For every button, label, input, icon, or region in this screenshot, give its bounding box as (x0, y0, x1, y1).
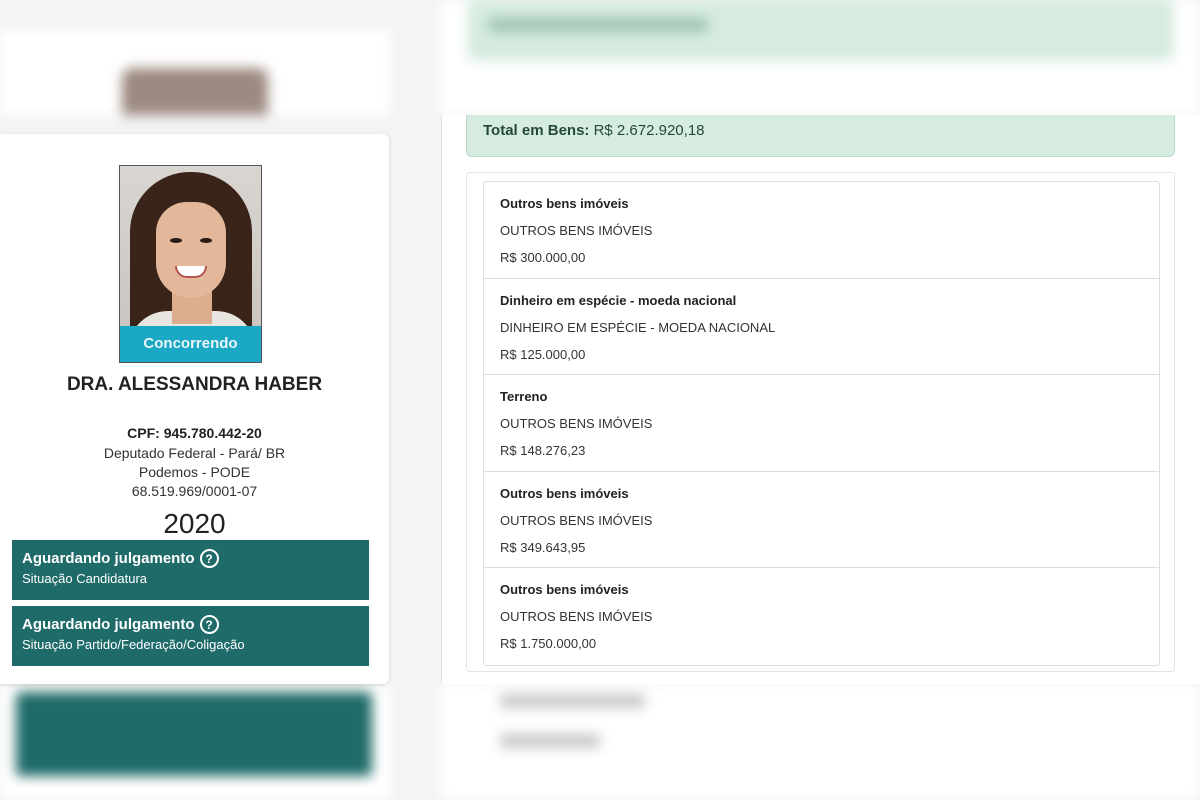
help-circle-icon[interactable]: ? (199, 615, 219, 634)
asset-title: Dinheiro em espécie - moeda nacional (500, 292, 737, 308)
assets-container: Outros bens imóveis OUTROS BENS IMÓVEIS … (466, 172, 1175, 672)
blurred-text (500, 694, 645, 708)
help-circle-icon[interactable]: ? (199, 549, 219, 568)
candidate-office: Deputado Federal - Pará/ BR (103, 445, 286, 461)
asset-value: R$ 349.643,95 (500, 539, 586, 555)
asset-item: Terreno OUTROS BENS IMÓVEIS R$ 148.276,2… (484, 375, 1159, 472)
asset-description: OUTROS BENS IMÓVEIS (500, 609, 653, 624)
situation-subtitle: Situação Partido/Federação/Coligação (22, 637, 245, 652)
asset-value: R$ 1.750.000,00 (500, 636, 597, 651)
asset-title: Terreno (500, 389, 548, 404)
cpf-value: 945.780.442-20 (163, 425, 262, 441)
situation-candidatura: Aguardando julgamento ? Situação Candida… (12, 540, 369, 600)
asset-value: R$ 125.000,00 (500, 346, 586, 362)
asset-value: R$ 148.276,23 (500, 443, 586, 458)
candidate-card: Concorrendo DRA. ALESSANDRA HABER CPF: 9… (0, 134, 389, 684)
candidate-photo: Concorrendo (119, 165, 262, 363)
candidate-name: DRA. ALESSANDRA HABER (66, 374, 323, 395)
asset-description: DINHEIRO EM ESPÉCIE - MOEDA NACIONAL (500, 319, 776, 335)
situation-title: Aguardando julgamento (22, 550, 195, 567)
blurred-background-top (0, 0, 1200, 115)
election-year: 2020 (163, 508, 226, 539)
asset-title: Outros bens imóveis (500, 196, 629, 211)
asset-item: Outros bens imóveis OUTROS BENS IMÓVEIS … (484, 182, 1159, 279)
situation-partido: Aguardando julgamento ? Situação Partido… (12, 606, 369, 666)
main-content: Concorrendo DRA. ALESSANDRA HABER CPF: 9… (0, 115, 1200, 684)
blurred-background-bottom (0, 684, 1200, 800)
candidate-cnpj: 68.519.969/0001-07 (131, 483, 258, 499)
situation-subtitle: Situação Candidatura (22, 571, 148, 586)
blurred-photo (122, 68, 268, 115)
asset-item: Outros bens imóveis OUTROS BENS IMÓVEIS … (484, 568, 1159, 665)
asset-title: Outros bens imóveis (500, 485, 629, 501)
assets-panel: Total em Bens: R$ 2.672.920,18 Outros be… (441, 115, 1200, 684)
asset-description: OUTROS BENS IMÓVEIS (500, 223, 653, 238)
asset-item: Outros bens imóveis OUTROS BENS IMÓVEIS … (484, 472, 1159, 568)
total-assets: Total em Bens: R$ 2.672.920,18 (466, 115, 1175, 157)
asset-description: OUTROS BENS IMÓVEIS (500, 416, 653, 431)
total-value: R$ 2.672.920,18 (593, 122, 705, 139)
cpf-label: CPF: (127, 425, 160, 441)
candidate-cpf: CPF: 945.780.442-20 (0, 425, 389, 441)
blurred-text (500, 734, 600, 748)
assets-list: Outros bens imóveis OUTROS BENS IMÓVEIS … (483, 181, 1160, 666)
blurred-text (488, 18, 708, 32)
asset-value: R$ 300.000,00 (500, 250, 586, 265)
asset-item: Dinheiro em espécie - moeda nacional DIN… (484, 279, 1159, 375)
blurred-status-box (16, 692, 372, 776)
asset-description: OUTROS BENS IMÓVEIS (500, 512, 653, 528)
asset-title: Outros bens imóveis (500, 582, 629, 597)
status-badge: Concorrendo (120, 326, 261, 362)
total-label: Total em Bens: (483, 122, 590, 139)
situation-title: Aguardando julgamento (22, 616, 195, 633)
candidate-party: Podemos - PODE (138, 464, 251, 480)
